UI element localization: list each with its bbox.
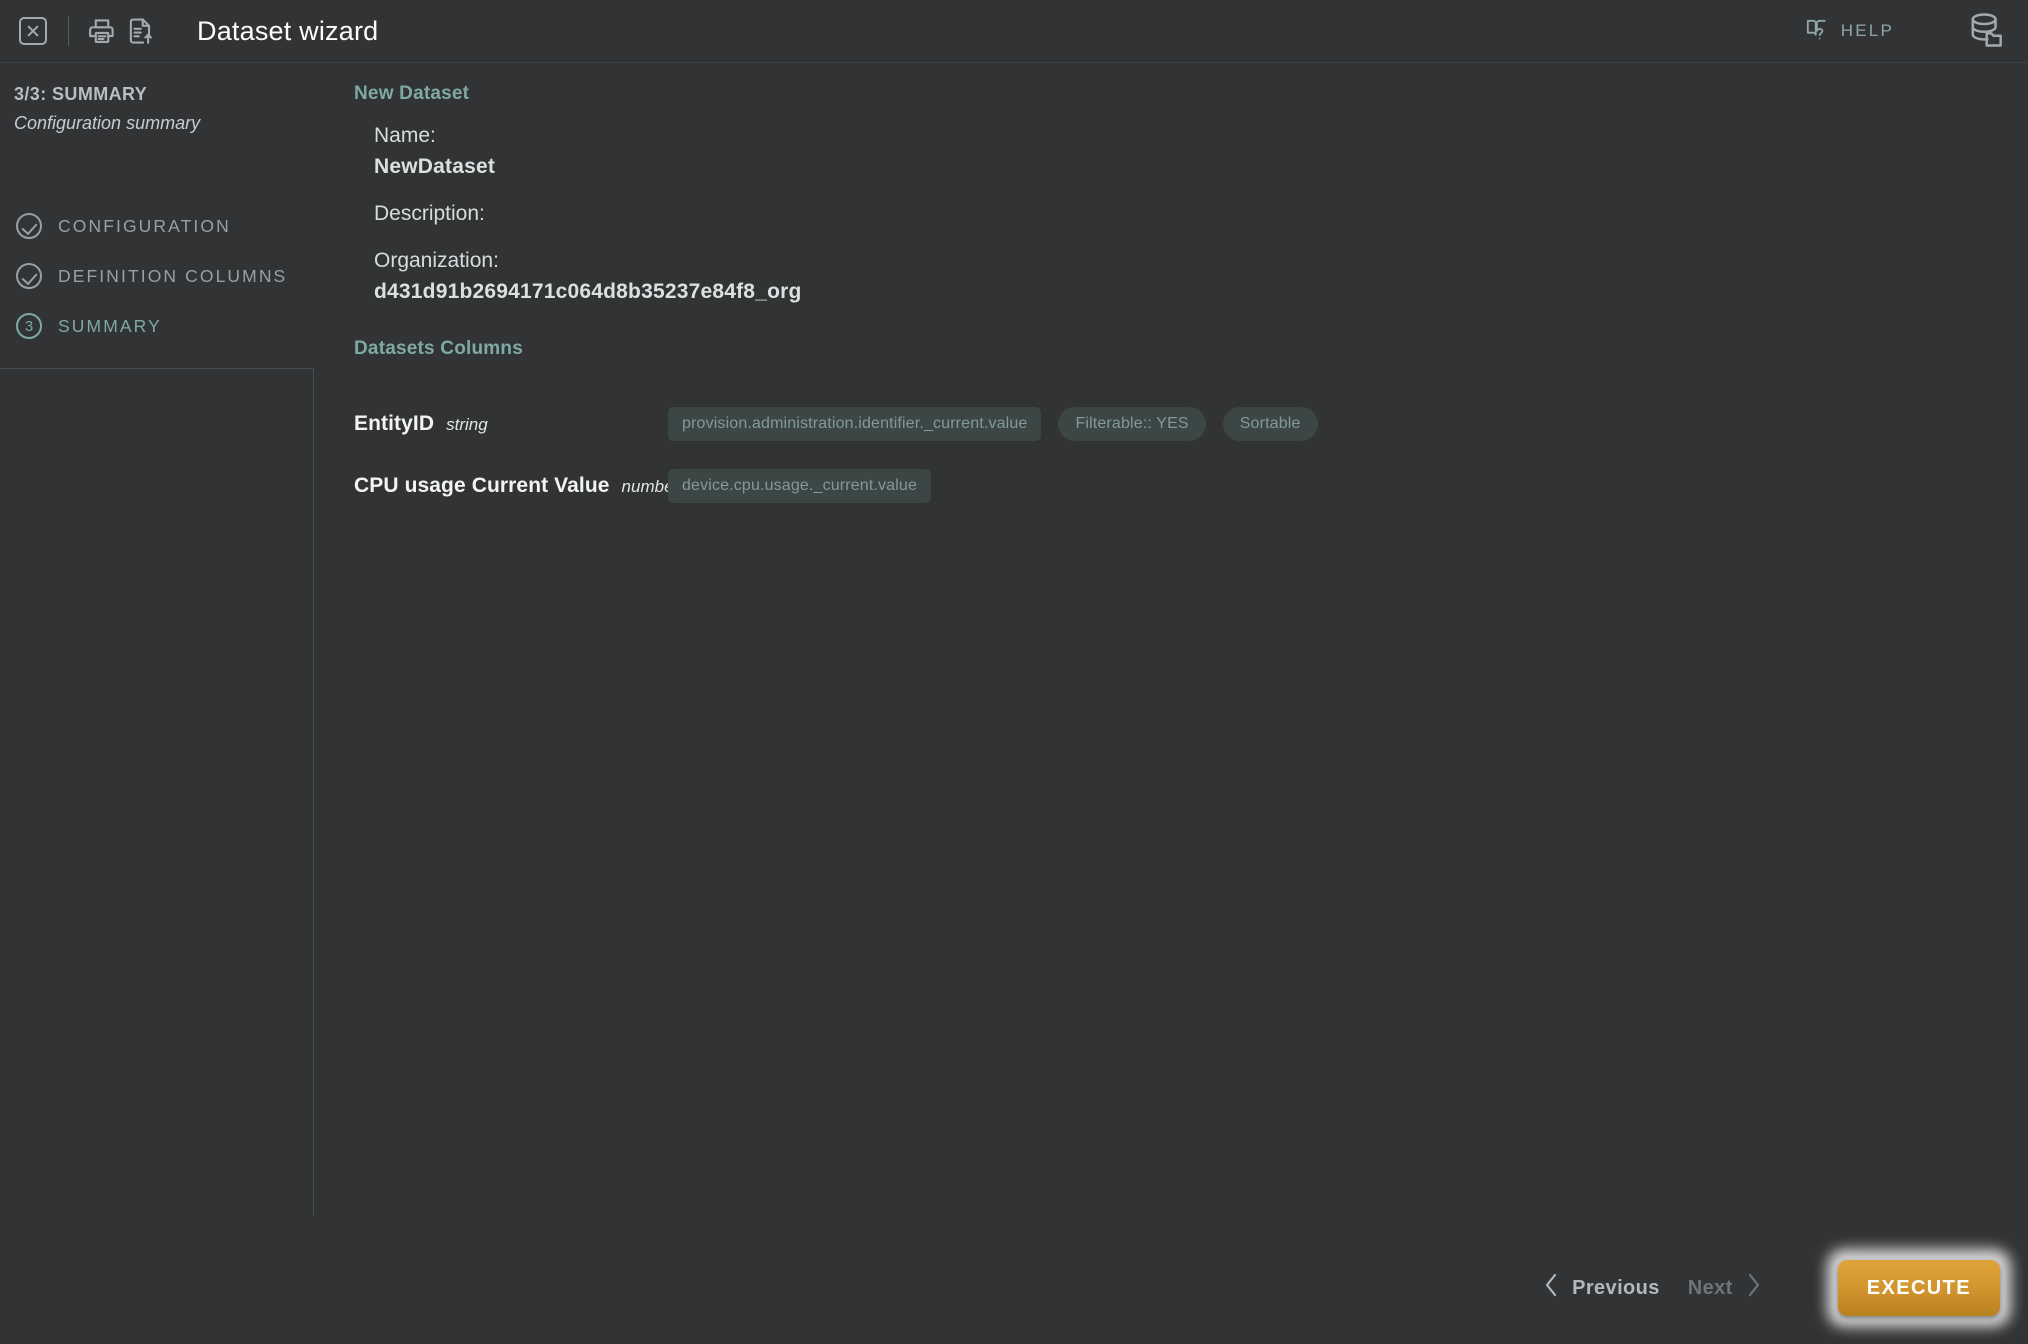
printer-icon [87,16,117,46]
column-type: string [446,415,488,434]
document-export-icon [125,16,155,46]
column-sortable-chip: Sortable [1222,407,1318,441]
column-name: EntityID [354,412,435,435]
sidebar-item-label: SUMMARY [58,315,162,336]
sidebar-item-definition-columns[interactable]: DEFINITION COLUMNS [16,251,306,301]
export-button[interactable] [121,12,159,50]
sidebar-item-configuration[interactable]: CONFIGURATION [16,201,306,251]
field-name: Name: NewDataset [374,120,802,182]
help-button[interactable]: HELP [1805,16,1894,47]
sidebar-step-indicator: 3/3: SUMMARY [14,84,148,104]
field-organization: Organization: d431d91b2694171c064d8b3523… [374,245,802,307]
header-actions: HELP [1805,9,2028,53]
sidebar-subtitle: Configuration summary [14,113,201,133]
sidebar-vertical-divider [313,369,314,1216]
column-chips: provision.administration.identifier._cur… [668,407,1318,441]
datasets-columns-section-title: Datasets Columns [354,338,523,359]
check-icon [16,213,42,239]
table-row: CPU usage Current Value number device.cp… [354,455,1998,517]
chevron-left-icon [1543,1272,1560,1304]
sidebar-item-summary[interactable]: 3 SUMMARY [16,301,306,351]
column-path-chip: provision.administration.identifier._cur… [668,407,1042,441]
execute-button[interactable]: EXECUTE [1837,1260,2000,1316]
field-value: d431d91b2694171c064d8b35237e84f8_org [374,280,802,303]
check-icon [16,263,42,289]
previous-label: Previous [1572,1276,1660,1299]
new-dataset-section-title: New Dataset [354,83,470,104]
chevron-right-icon [1745,1272,1762,1304]
wizard-footer: Previous Next EXECUTE [1529,1249,2011,1327]
sidebar-item-label: DEFINITION COLUMNS [58,265,288,286]
execute-button-wrap: EXECUTE [1826,1249,2011,1327]
header-toolbar: Dataset wizard [0,12,378,50]
field-description: Description: [374,198,802,229]
column-identity: CPU usage Current Value number [354,474,679,498]
page-title: Dataset wizard [197,15,379,46]
field-value: NewDataset [374,155,496,178]
print-button[interactable] [83,12,121,50]
table-row: EntityID string provision.administration… [354,393,1998,455]
sidebar-item-label: CONFIGURATION [58,215,231,236]
field-label: Name: [374,124,436,147]
book-question-icon [1805,16,1831,47]
database-stack-button[interactable] [1964,9,2008,53]
app-header: Dataset wizard HELP [0,0,2028,63]
field-label: Organization: [374,249,499,272]
previous-button[interactable]: Previous [1529,1272,1674,1304]
column-identity: EntityID string [354,412,668,436]
step-number-badge: 3 [16,313,42,339]
column-chips: device.cpu.usage._current.value [668,469,932,503]
toolbar-divider [68,16,69,46]
column-name: CPU usage Current Value [354,474,610,497]
next-label: Next [1687,1276,1733,1299]
dataset-wizard-window: Dataset wizard HELP 3/3: SUMMARY Configu… [0,0,2028,1344]
dataset-columns-list: EntityID string provision.administration… [354,393,1998,517]
database-stack-icon [1964,13,2008,57]
close-button[interactable] [14,12,52,50]
field-label: Description: [374,202,485,225]
new-dataset-fields: Name: NewDataset Description: Organizati… [374,120,802,307]
next-button[interactable]: Next [1674,1272,1776,1304]
wizard-sidebar: 3/3: SUMMARY Configuration summary CONFI… [0,63,314,369]
column-filterable-chip: Filterable:: YES [1058,407,1206,441]
column-path-chip: device.cpu.usage._current.value [668,469,932,503]
wizard-step-list: CONFIGURATION DEFINITION COLUMNS 3 SUMMA… [16,201,306,351]
summary-panel: New Dataset Name: NewDataset Description… [354,63,2028,1344]
help-label: HELP [1840,21,1894,40]
close-icon [19,17,47,45]
